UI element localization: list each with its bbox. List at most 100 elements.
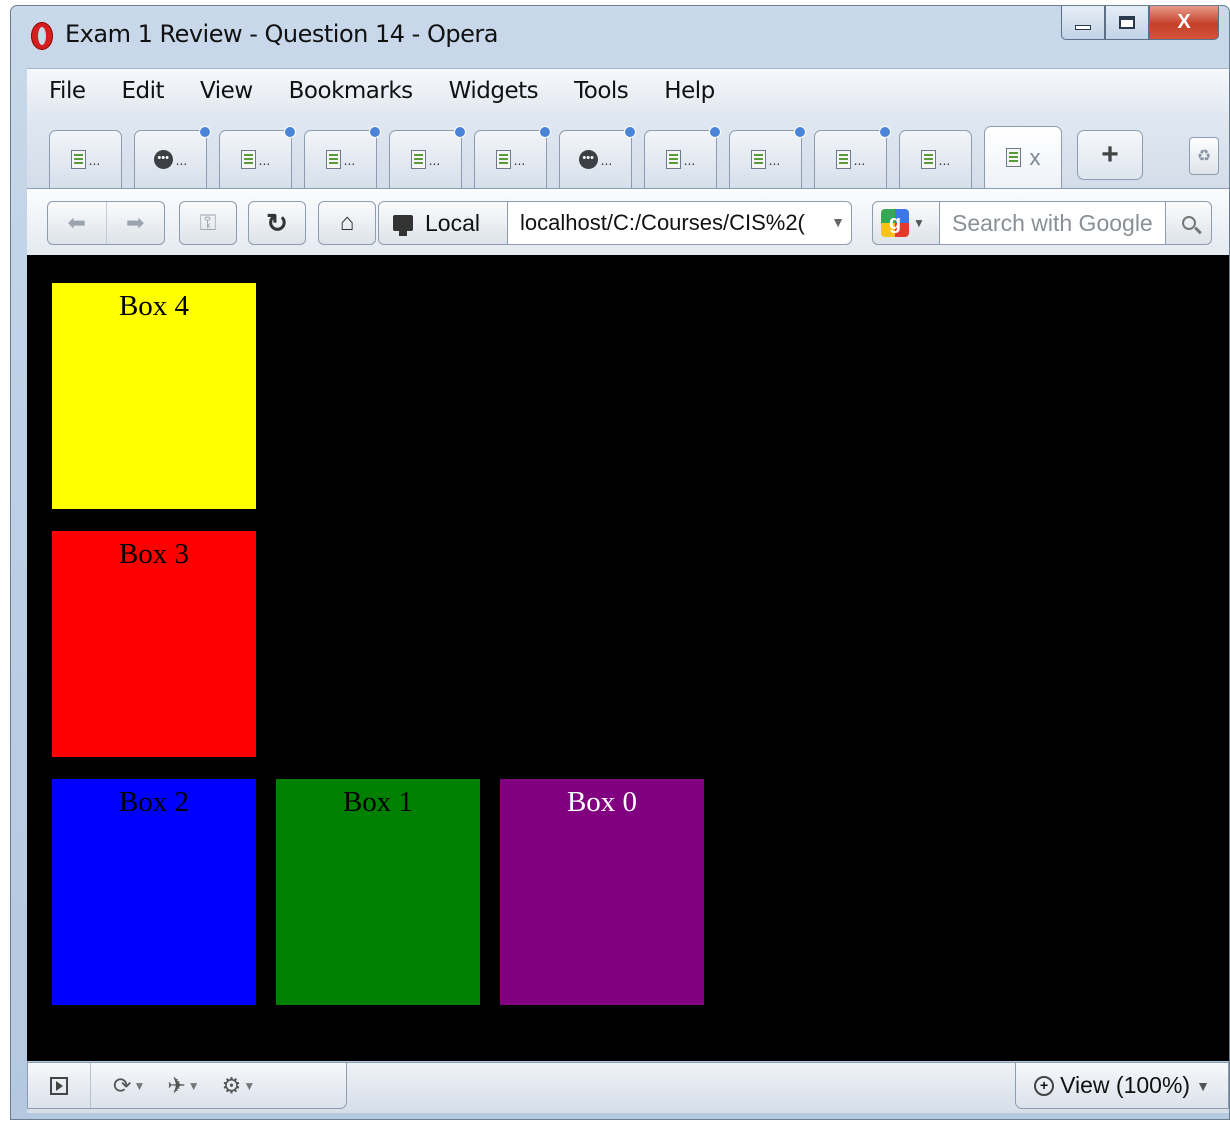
home-icon: ⌂: [339, 209, 355, 236]
search-input[interactable]: Search with Google: [940, 201, 1166, 245]
box-label: Box 2: [118, 786, 190, 818]
address-field[interactable]: localhost/C:/Courses/CIS%2( ▼: [508, 201, 852, 245]
tab-6[interactable]: ...: [474, 126, 551, 188]
activity-dot-icon: [709, 126, 721, 138]
opera-icon: •••: [578, 150, 598, 169]
menu-file[interactable]: File: [49, 78, 86, 104]
menu-edit[interactable]: Edit: [122, 78, 165, 104]
minimize-icon: [1075, 25, 1091, 30]
tab-label: ...: [683, 151, 696, 168]
sync-button[interactable]: ⟳ ▼: [113, 1073, 145, 1099]
navigation-toolbar: ⬅ ➡ ⚿ ↻ ⌂ Local localhost/C:/Courses/CIS…: [27, 188, 1229, 256]
unite-button[interactable]: ⚙ ▼: [222, 1073, 256, 1099]
title-bar[interactable]: Exam 1 Review - Question 14 - Opera X: [11, 6, 1229, 62]
page-icon: [920, 150, 936, 169]
reload-button[interactable]: ↻: [248, 201, 306, 245]
panel-toggle-button[interactable]: [28, 1063, 91, 1108]
activity-dot-icon: [879, 126, 891, 138]
page-icon: [750, 150, 766, 169]
chevron-down-icon: ▼: [187, 1078, 200, 1093]
opera-icon: •••: [153, 150, 173, 169]
box-label: Box 1: [342, 786, 414, 818]
turbo-button[interactable]: ✈ ▼: [167, 1073, 199, 1099]
new-tab-button[interactable]: +: [1077, 130, 1143, 180]
tab-1[interactable]: ...: [49, 130, 122, 188]
activity-dot-icon: [539, 126, 551, 138]
tab-7[interactable]: •••...: [559, 126, 636, 188]
maximize-icon: [1119, 16, 1135, 29]
minimize-button[interactable]: [1061, 6, 1105, 40]
menu-tools[interactable]: Tools: [574, 78, 629, 104]
box-label: Box 4: [118, 290, 190, 322]
wand-button[interactable]: ⚿: [179, 201, 237, 245]
sync-icon: ⟳: [113, 1072, 132, 1098]
forward-arrow-icon: ➡: [126, 210, 145, 235]
back-forward-group: ⬅ ➡: [47, 201, 165, 245]
tab-label: ...: [175, 151, 188, 168]
box-4: Box 4: [52, 283, 256, 509]
zoom-icon: +: [1034, 1075, 1055, 1096]
page-icon: [410, 150, 426, 169]
maximize-button[interactable]: [1105, 6, 1149, 40]
zoom-button[interactable]: + View (100%) ▼: [1015, 1063, 1229, 1109]
page-icon: [325, 150, 341, 169]
box-1: Box 1: [276, 779, 480, 1005]
menu-view[interactable]: View: [200, 78, 253, 104]
activity-dot-icon: [624, 126, 636, 138]
menu-bar: File Edit View Bookmarks Widgets Tools H…: [27, 68, 1229, 113]
window-controls: X: [1061, 6, 1219, 44]
site-info-label: Local: [425, 209, 480, 236]
menu-help[interactable]: Help: [664, 78, 715, 104]
tab-8[interactable]: ...: [644, 126, 721, 188]
tab-active[interactable]: x: [984, 126, 1062, 188]
tab-label: ...: [600, 151, 613, 168]
close-tab-icon[interactable]: x: [1030, 145, 1041, 171]
search-button[interactable]: [1166, 201, 1212, 245]
chevron-down-icon: ▼: [913, 216, 925, 230]
page-icon: [835, 150, 851, 169]
back-button[interactable]: ⬅: [48, 202, 106, 244]
status-tools: ⟳ ▼ ✈ ▼ ⚙ ▼: [27, 1063, 347, 1109]
search-icon: [1181, 216, 1196, 230]
tab-2[interactable]: •••...: [134, 126, 211, 188]
home-button[interactable]: ⌂: [318, 201, 376, 245]
box-label: Box 0: [566, 786, 638, 818]
address-text: localhost/C:/Courses/CIS%2(: [520, 210, 805, 235]
page-icon: [70, 150, 86, 169]
box-label: Box 3: [118, 538, 190, 570]
forward-button[interactable]: ➡: [105, 202, 165, 244]
key-icon: ⚿: [199, 210, 217, 235]
tab-9[interactable]: ...: [729, 126, 806, 188]
tab-11[interactable]: ...: [899, 130, 972, 188]
tab-3[interactable]: ...: [219, 126, 296, 188]
box-3: Box 3: [52, 531, 256, 757]
tab-10[interactable]: ...: [814, 126, 891, 188]
trash-icon[interactable]: ♻: [1189, 137, 1219, 175]
tab-label: ...: [343, 151, 356, 168]
unite-icon: ⚙: [221, 1072, 242, 1098]
reload-icon: ↻: [266, 207, 288, 238]
page-icon: [495, 150, 511, 169]
tab-5[interactable]: ...: [389, 126, 466, 188]
browser-window: Exam 1 Review - Question 14 - Opera X Fi…: [10, 5, 1230, 1120]
activity-dot-icon: [199, 126, 211, 138]
tab-label: ...: [88, 151, 101, 168]
activity-dot-icon: [794, 126, 806, 138]
menu-widgets[interactable]: Widgets: [449, 78, 539, 104]
tab-label: ...: [428, 151, 441, 168]
tab-4[interactable]: ...: [304, 126, 381, 188]
page-icon: [665, 150, 681, 169]
monitor-icon: [393, 215, 413, 236]
address-dropdown-icon[interactable]: ▼: [831, 214, 845, 230]
page-icon: [1005, 148, 1021, 167]
activity-dot-icon: [454, 126, 466, 138]
turbo-icon: ✈: [167, 1072, 186, 1098]
search-engine-selector[interactable]: g ▼: [872, 201, 940, 245]
chevron-down-icon: ▼: [133, 1078, 146, 1093]
menu-bookmarks[interactable]: Bookmarks: [289, 78, 414, 104]
google-icon: g: [881, 209, 909, 237]
tab-label: ...: [853, 151, 866, 168]
site-info-badge[interactable]: Local: [378, 201, 508, 245]
close-button[interactable]: X: [1149, 6, 1219, 40]
chevron-down-icon: ▼: [243, 1078, 256, 1093]
